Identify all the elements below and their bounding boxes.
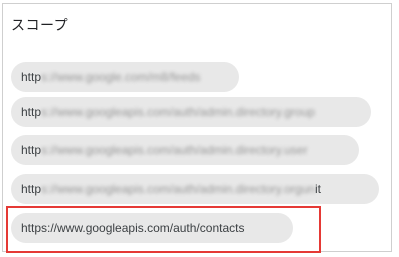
scope-chip-visible-text: http xyxy=(21,105,42,119)
scope-chip-blurred-text: s://www.googleapis.com/auth/admin.direct… xyxy=(41,105,315,119)
scope-chip-tail-text: it xyxy=(314,182,321,196)
scope-chip-visible-text: http xyxy=(21,70,42,84)
scope-chip-visible-text: http xyxy=(21,143,42,157)
scope-chip[interactable]: https://www.google.com/m8/feeds xyxy=(11,62,239,92)
scope-chip-visible-text: http xyxy=(21,182,42,196)
scope-chip-blurred-text: s://www.googleapis.com/auth/admin.direct… xyxy=(41,182,315,196)
scope-chip-contacts[interactable]: https://www.googleapis.com/auth/contacts xyxy=(11,213,293,243)
scope-chip[interactable]: https://www.googleapis.com/auth/admin.di… xyxy=(11,97,371,127)
scope-chip[interactable]: https://www.googleapis.com/auth/admin.di… xyxy=(11,135,359,165)
scopes-card: スコープ https://www.google.com/m8/feeds htt… xyxy=(2,3,392,253)
scope-chip-list: https://www.google.com/m8/feeds https://… xyxy=(3,4,391,251)
scope-chip-blurred-text: s://www.googleapis.com/auth/admin.direct… xyxy=(41,143,308,157)
scope-chip-visible-text: https://www.googleapis.com/auth/contacts xyxy=(21,221,245,235)
scope-chip-blurred-text: s://www.google.com/m8/feeds xyxy=(41,70,201,84)
scope-chip[interactable]: https://www.googleapis.com/auth/admin.di… xyxy=(11,174,379,204)
